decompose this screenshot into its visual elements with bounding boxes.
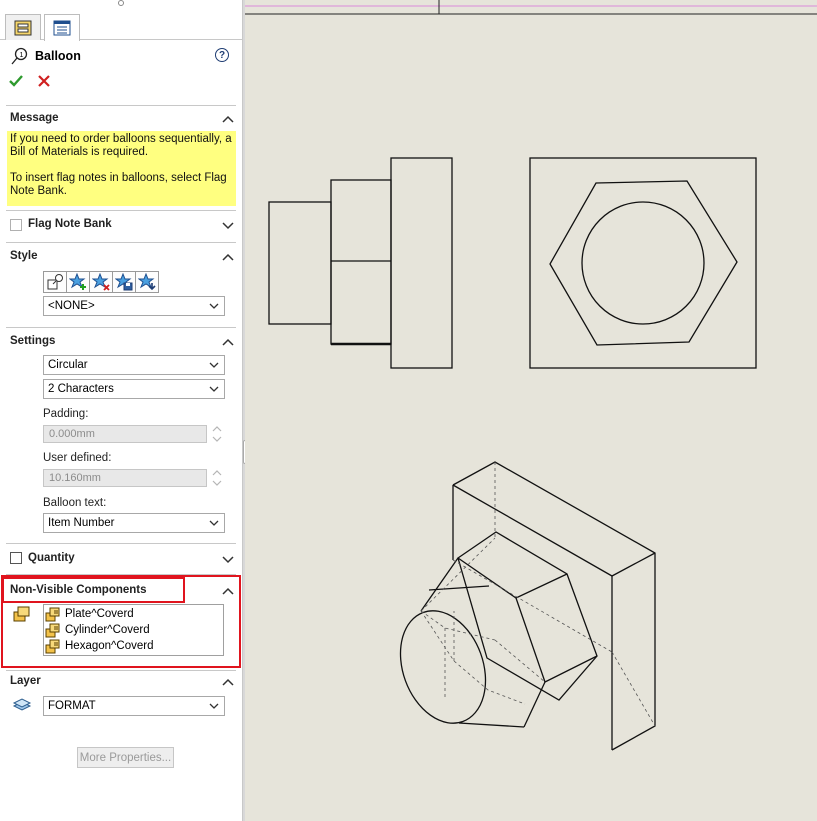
message-text-2: To insert flag notes in balloons, select…: [10, 172, 227, 197]
delete-style-star-icon: [92, 273, 110, 291]
more-properties-button[interactable]: More Properties...: [77, 747, 174, 768]
highlight-box-section: [1, 575, 241, 668]
balloon-shape-value: Circular: [48, 359, 88, 371]
drawing-sheet: [245, 0, 817, 751]
help-icon[interactable]: ?: [215, 48, 229, 62]
chevron-down-icon: [209, 386, 219, 392]
default-style-icon: [47, 274, 63, 290]
load-style-button[interactable]: [135, 271, 159, 293]
message-text-1: If you need to order balloons sequential…: [10, 133, 232, 158]
isometric-view[interactable]: [386, 461, 656, 751]
divider: [6, 327, 236, 328]
balloon-text-label: Balloon text:: [43, 497, 107, 509]
chevron-down-icon: [209, 362, 219, 368]
side-view[interactable]: [268, 157, 453, 369]
user-defined-label: User defined:: [43, 452, 112, 464]
layers-icon: [12, 698, 32, 711]
delete-style-button[interactable]: [89, 271, 113, 293]
panel-header: 1 Balloon ?: [10, 46, 235, 66]
divider: [6, 242, 236, 243]
cancel-x-button[interactable]: [36, 73, 52, 89]
chevron-down-icon: [209, 703, 219, 709]
flag-note-bank-label: Flag Note Bank: [28, 218, 112, 230]
layer-header[interactable]: Layer: [10, 675, 41, 687]
balloon-icon: 1: [11, 47, 28, 65]
add-style-star-icon: [69, 273, 86, 290]
message-header[interactable]: Message: [10, 112, 59, 124]
page-title: Balloon: [35, 49, 81, 63]
tab-feature-manager[interactable]: [5, 14, 41, 40]
property-manager-panel: 1 Balloon ? Message If you need to order…: [0, 0, 243, 821]
drawing-canvas[interactable]: [245, 0, 817, 821]
chevron-down-icon[interactable]: [222, 554, 234, 564]
confirm-actions: [8, 73, 52, 89]
divider: [6, 210, 236, 211]
user-defined-field[interactable]: 10.160mm: [43, 469, 207, 487]
style-select-value: <NONE>: [48, 300, 95, 312]
chevron-up-icon[interactable]: [222, 114, 234, 124]
style-header[interactable]: Style: [10, 250, 38, 262]
front-view[interactable]: [529, 157, 757, 369]
svg-text:1: 1: [20, 52, 24, 59]
panel-grip-dot[interactable]: [118, 0, 124, 6]
balloon-shape-select[interactable]: Circular: [43, 355, 225, 375]
divider: [6, 105, 236, 106]
user-defined-spinner[interactable]: [211, 469, 223, 487]
quantity-checkbox[interactable]: [10, 552, 22, 564]
settings-header[interactable]: Settings: [10, 335, 55, 347]
panel-tabbar: [0, 10, 243, 41]
padding-spinner[interactable]: [211, 425, 223, 443]
balloon-text-value: Item Number: [48, 517, 115, 529]
quantity-label: Quantity: [28, 552, 75, 564]
chevron-down-icon[interactable]: [222, 220, 234, 230]
flag-note-bank-checkbox[interactable]: [10, 219, 22, 231]
load-style-star-icon: [138, 273, 156, 291]
save-style-button[interactable]: [112, 271, 136, 293]
layer-select[interactable]: FORMAT: [43, 696, 225, 716]
balloon-size-select[interactable]: 2 Characters: [43, 379, 225, 399]
chevron-down-icon: [209, 520, 219, 526]
ok-checkmark-button[interactable]: [8, 73, 24, 89]
padding-label: Padding:: [43, 408, 89, 420]
chevron-up-icon[interactable]: [222, 337, 234, 347]
style-select[interactable]: <NONE>: [43, 296, 225, 316]
save-style-star-icon: [115, 273, 133, 291]
padding-field[interactable]: 0.000mm: [43, 425, 207, 443]
message-box: If you need to order balloons sequential…: [7, 131, 236, 206]
chevron-down-icon: [209, 303, 219, 309]
chevron-up-icon[interactable]: [222, 677, 234, 687]
divider: [6, 543, 236, 544]
property-manager-icon: [53, 20, 71, 36]
layer-select-value: FORMAT: [48, 700, 96, 712]
feature-tree-icon: [14, 20, 32, 35]
divider: [6, 670, 236, 671]
default-style-button[interactable]: [43, 271, 67, 293]
style-toolbar: [43, 271, 159, 293]
add-style-button[interactable]: [66, 271, 90, 293]
tab-property-manager[interactable]: [44, 14, 80, 41]
balloon-size-value: 2 Characters: [48, 383, 114, 395]
balloon-text-select[interactable]: Item Number: [43, 513, 225, 533]
chevron-up-icon[interactable]: [222, 252, 234, 262]
